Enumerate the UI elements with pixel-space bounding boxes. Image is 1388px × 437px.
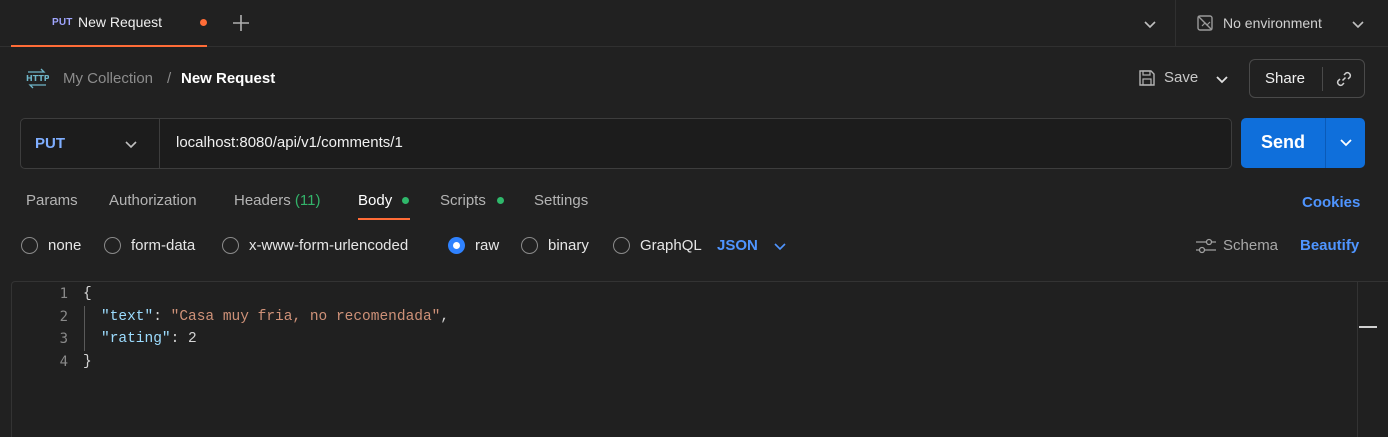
radio-binary-label[interactable]: binary [548,237,589,254]
line-number: 1 [59,286,68,302]
code-line-4: } [83,354,92,370]
json-value-text: "Casa muy fria, no recomendada" [170,309,441,325]
radio-urlencoded[interactable] [222,237,239,254]
breadcrumb-separator: / [167,70,172,87]
json-key-text: "text" [101,309,154,325]
tab-headers[interactable]: Headers (11) [234,192,320,209]
scrollbar-track[interactable] [1357,282,1358,437]
method-select[interactable]: PUT [21,119,160,168]
tab-params[interactable]: Params [26,192,78,209]
chevron-down-icon [125,141,137,149]
environment-selector[interactable]: No environment [1223,15,1322,31]
indent-guide [84,306,85,351]
body-editor[interactable]: 1 2 3 4 { "text": "Casa muy fria, no rec… [11,281,1388,437]
headers-count-badge: (11) [294,192,321,209]
plus-icon[interactable] [231,13,251,33]
json-value-rating: 2 [188,331,197,347]
chevron-down-icon[interactable] [1337,133,1355,151]
tab-title: New Request [78,14,163,30]
radio-form-data-label[interactable]: form-data [131,237,195,254]
body-status-dot [402,197,409,204]
url-input[interactable] [176,134,1176,151]
scrollbar-thumb[interactable] [1359,326,1377,328]
url-bar: PUT [20,118,1232,169]
unsaved-changes-dot [200,19,207,26]
tab-scripts[interactable]: Scripts [440,192,486,209]
radio-raw[interactable] [448,237,465,254]
no-environment-icon [1197,15,1213,31]
radio-form-data[interactable] [104,237,121,254]
radio-none-label[interactable]: none [48,237,81,254]
divider [1322,67,1323,91]
save-icon [1139,70,1155,86]
radio-binary[interactable] [521,237,538,254]
save-label: Save [1164,69,1199,86]
chevron-down-icon[interactable] [772,238,788,254]
svg-text:HTTP: HTTP [26,74,49,83]
method-label: PUT [35,135,65,152]
schema-icon [1196,238,1216,254]
divider [1325,118,1326,168]
line-number: 2 [59,309,68,325]
radio-graphql-label[interactable]: GraphQL [640,237,702,254]
share-button[interactable]: Share [1249,59,1365,98]
beautify-button[interactable]: Beautify [1300,237,1359,254]
tab-method-badge: PUT [52,17,73,28]
chevron-down-icon[interactable] [1213,70,1231,88]
open-brace: { [83,286,92,302]
send-label: Send [1261,132,1306,152]
tab-settings[interactable]: Settings [534,192,588,209]
line-number: 3 [59,331,68,347]
radio-raw-label[interactable]: raw [475,237,499,254]
link-icon[interactable] [1334,69,1354,89]
http-icon: HTTP [26,68,49,89]
tab-authorization[interactable]: Authorization [109,192,197,209]
share-label: Share [1265,70,1306,87]
line-number: 4 [59,354,68,370]
scripts-status-dot [497,197,504,204]
active-tab-indicator [358,218,410,220]
chevron-down-icon[interactable] [1141,15,1159,33]
send-button[interactable]: Send [1241,118,1365,168]
save-button[interactable]: Save [1133,63,1243,93]
breadcrumb-current-request[interactable]: New Request [181,70,275,87]
cookies-link[interactable]: Cookies [1302,194,1360,211]
radio-graphql[interactable] [613,237,630,254]
chevron-down-icon[interactable] [1349,15,1367,33]
tab-body[interactable]: Body [358,192,392,209]
breadcrumb-collection[interactable]: My Collection [63,70,153,87]
tab-bar: PUT New Request No environment [0,0,1388,47]
tab-headers-label: Headers [234,192,291,209]
code-line-1: { [83,286,92,302]
divider [1175,0,1176,47]
schema-button[interactable]: Schema [1223,237,1278,254]
radio-none[interactable] [21,237,38,254]
request-tab-new-request[interactable]: PUT New Request [11,0,207,47]
code-line-3: "rating": 2 [101,331,197,347]
json-key-rating: "rating" [101,331,171,347]
close-brace: } [83,354,92,370]
radio-urlencoded-label[interactable]: x-www-form-urlencoded [249,237,408,254]
format-select[interactable]: JSON [717,237,758,254]
code-line-2: "text": "Casa muy fria, no recomendada", [101,309,450,325]
